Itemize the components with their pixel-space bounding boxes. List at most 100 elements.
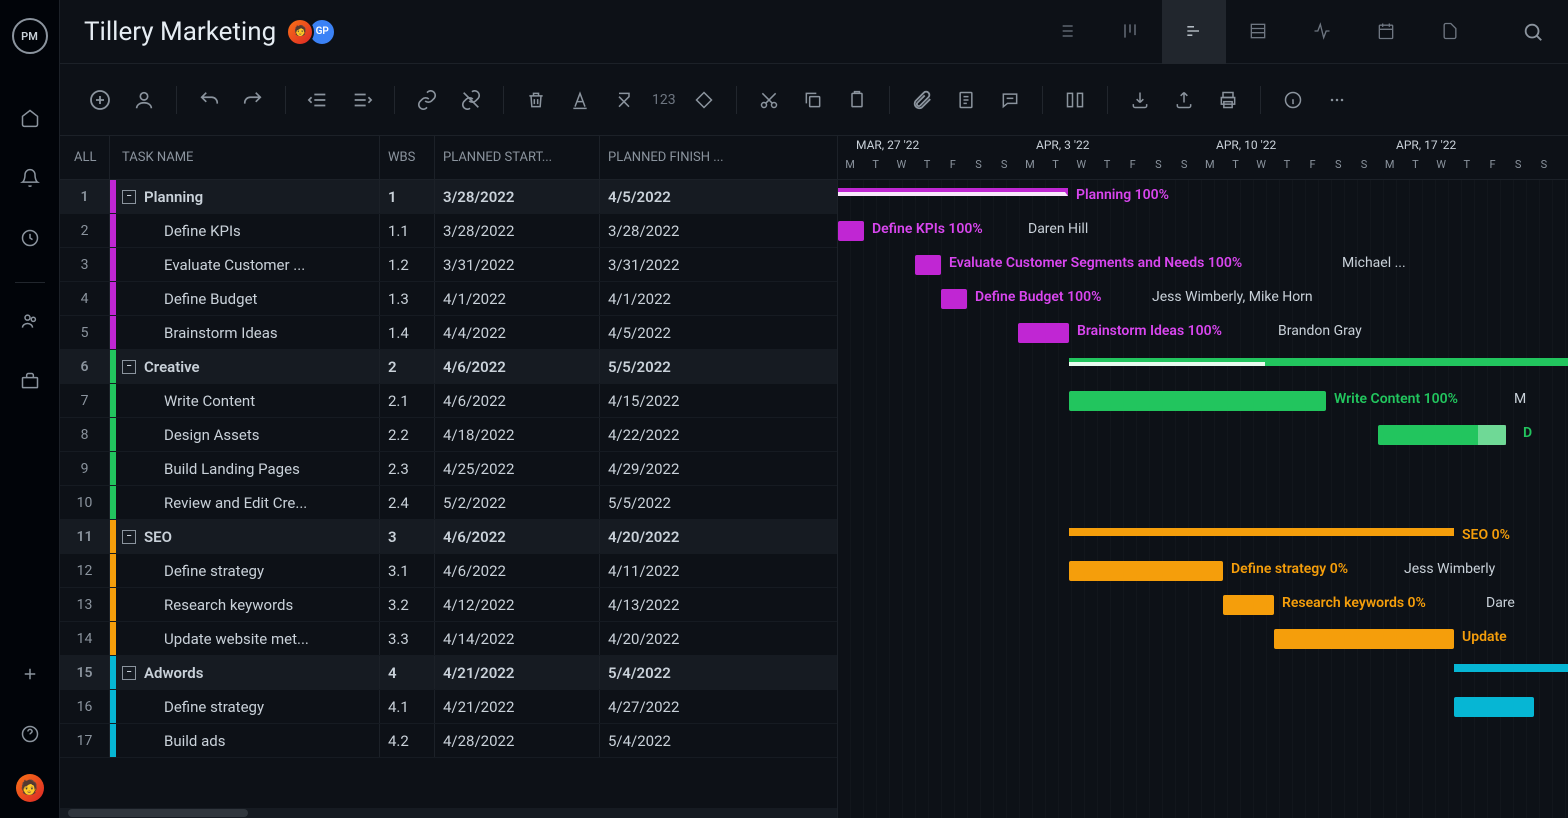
wbs-cell[interactable]: 1.3 <box>380 282 435 315</box>
gantt-task-bar[interactable] <box>1274 629 1454 649</box>
finish-cell[interactable]: 4/22/2022 <box>600 418 765 451</box>
start-cell[interactable]: 4/6/2022 <box>435 554 600 587</box>
gantt-summary-bar[interactable] <box>1069 528 1454 536</box>
font-icon[interactable] <box>564 84 596 116</box>
start-cell[interactable]: 3/28/2022 <box>435 180 600 213</box>
task-name-cell[interactable]: −Adwords <box>116 656 380 689</box>
row-number[interactable]: 3 <box>60 248 110 281</box>
task-row[interactable]: 14Update website met...3.34/14/20224/20/… <box>60 622 837 656</box>
gantt-task-bar[interactable] <box>1069 391 1326 411</box>
search-icon[interactable] <box>1522 21 1544 43</box>
row-number[interactable]: 9 <box>60 452 110 485</box>
task-row[interactable]: 9Build Landing Pages2.34/25/20224/29/202… <box>60 452 837 486</box>
wbs-cell[interactable]: 2 <box>380 350 435 383</box>
toolbar-123[interactable]: 123 <box>652 92 676 108</box>
link-icon[interactable] <box>411 84 443 116</box>
start-cell[interactable]: 4/12/2022 <box>435 588 600 621</box>
finish-cell[interactable]: 4/29/2022 <box>600 452 765 485</box>
task-row[interactable]: 11−SEO34/6/20224/20/2022 <box>60 520 837 554</box>
task-row[interactable]: 3Evaluate Customer ...1.23/31/20223/31/2… <box>60 248 837 282</box>
row-number[interactable]: 2 <box>60 214 110 247</box>
gantt-summary-bar[interactable] <box>1454 664 1568 672</box>
wbs-cell[interactable]: 1.2 <box>380 248 435 281</box>
task-row[interactable]: 13Research keywords3.24/12/20224/13/2022 <box>60 588 837 622</box>
task-name-cell[interactable]: Define KPIs <box>116 214 380 247</box>
gantt-task-bar[interactable] <box>941 289 967 309</box>
finish-cell[interactable]: 4/5/2022 <box>600 180 765 213</box>
wbs-cell[interactable]: 3 <box>380 520 435 553</box>
wbs-cell[interactable]: 4.2 <box>380 724 435 757</box>
comment-icon[interactable] <box>994 84 1026 116</box>
gantt-row[interactable] <box>838 486 1568 520</box>
start-cell[interactable]: 4/21/2022 <box>435 690 600 723</box>
gantt-row[interactable]: Define KPIs 100%Daren Hill <box>838 214 1568 248</box>
task-row[interactable]: 2Define KPIs1.13/28/20223/28/2022 <box>60 214 837 248</box>
col-header-start[interactable]: PLANNED START... <box>435 136 600 179</box>
gantt-row[interactable]: D <box>838 418 1568 452</box>
finish-cell[interactable]: 4/5/2022 <box>600 316 765 349</box>
view-sheet-icon[interactable] <box>1226 0 1290 64</box>
add-task-icon[interactable] <box>84 84 116 116</box>
col-header-finish[interactable]: PLANNED FINISH ... <box>600 136 765 179</box>
task-name-cell[interactable]: Design Assets <box>116 418 380 451</box>
plus-icon[interactable] <box>10 654 50 694</box>
export-icon[interactable] <box>1168 84 1200 116</box>
task-row[interactable]: 8Design Assets2.24/18/20224/22/2022 <box>60 418 837 452</box>
task-row[interactable]: 4Define Budget1.34/1/20224/1/2022 <box>60 282 837 316</box>
view-gantt-icon[interactable] <box>1162 0 1226 64</box>
wbs-cell[interactable]: 3.2 <box>380 588 435 621</box>
gantt-row[interactable]: SEO 0% <box>838 520 1568 554</box>
horizontal-scrollbar[interactable] <box>60 808 837 818</box>
gantt-row[interactable]: Research keywords 0%Dare <box>838 588 1568 622</box>
task-row[interactable]: 15−Adwords44/21/20225/4/2022 <box>60 656 837 690</box>
undo-icon[interactable] <box>193 84 225 116</box>
collapse-icon[interactable]: − <box>122 360 136 374</box>
gantt-summary-bar[interactable] <box>1069 358 1568 366</box>
notes-icon[interactable] <box>950 84 982 116</box>
assign-icon[interactable] <box>128 84 160 116</box>
gantt-chart[interactable]: MAR, 27 '22APR, 3 '22APR, 10 '22APR, 17 … <box>838 136 1568 818</box>
wbs-cell[interactable]: 4 <box>380 656 435 689</box>
row-number[interactable]: 7 <box>60 384 110 417</box>
row-number[interactable]: 6 <box>60 350 110 383</box>
wbs-cell[interactable]: 4.1 <box>380 690 435 723</box>
row-number[interactable]: 11 <box>60 520 110 553</box>
wbs-cell[interactable]: 2.2 <box>380 418 435 451</box>
start-cell[interactable]: 4/4/2022 <box>435 316 600 349</box>
gantt-row[interactable]: Evaluate Customer Segments and Needs 100… <box>838 248 1568 282</box>
project-avatars[interactable]: 🧑 GP <box>292 18 336 46</box>
col-header-all[interactable]: ALL <box>60 136 110 179</box>
start-cell[interactable]: 3/31/2022 <box>435 248 600 281</box>
row-number[interactable]: 5 <box>60 316 110 349</box>
briefcase-icon[interactable] <box>10 361 50 401</box>
wbs-cell[interactable]: 3.3 <box>380 622 435 655</box>
finish-cell[interactable]: 4/27/2022 <box>600 690 765 723</box>
milestone-icon[interactable] <box>688 84 720 116</box>
finish-cell[interactable]: 4/1/2022 <box>600 282 765 315</box>
col-header-name[interactable]: TASK NAME <box>110 136 380 179</box>
gantt-row[interactable] <box>838 452 1568 486</box>
start-cell[interactable]: 4/6/2022 <box>435 520 600 553</box>
delete-icon[interactable] <box>520 84 552 116</box>
finish-cell[interactable]: 4/11/2022 <box>600 554 765 587</box>
gantt-row[interactable] <box>838 690 1568 724</box>
task-name-cell[interactable]: −Creative <box>116 350 380 383</box>
finish-cell[interactable]: 3/31/2022 <box>600 248 765 281</box>
gantt-task-bar[interactable] <box>1018 323 1069 343</box>
task-name-cell[interactable]: Evaluate Customer ... <box>116 248 380 281</box>
bell-icon[interactable] <box>10 158 50 198</box>
view-calendar-icon[interactable] <box>1354 0 1418 64</box>
start-cell[interactable]: 4/28/2022 <box>435 724 600 757</box>
view-board-icon[interactable] <box>1098 0 1162 64</box>
finish-cell[interactable]: 4/20/2022 <box>600 520 765 553</box>
task-row[interactable]: 1−Planning13/28/20224/5/2022 <box>60 180 837 214</box>
row-number[interactable]: 10 <box>60 486 110 519</box>
row-number[interactable]: 17 <box>60 724 110 757</box>
task-name-cell[interactable]: Update website met... <box>116 622 380 655</box>
task-name-cell[interactable]: Research keywords <box>116 588 380 621</box>
row-number[interactable]: 14 <box>60 622 110 655</box>
gantt-summary-bar[interactable] <box>838 188 1068 196</box>
team-icon[interactable] <box>10 301 50 341</box>
cut-icon[interactable] <box>753 84 785 116</box>
finish-cell[interactable]: 5/5/2022 <box>600 350 765 383</box>
